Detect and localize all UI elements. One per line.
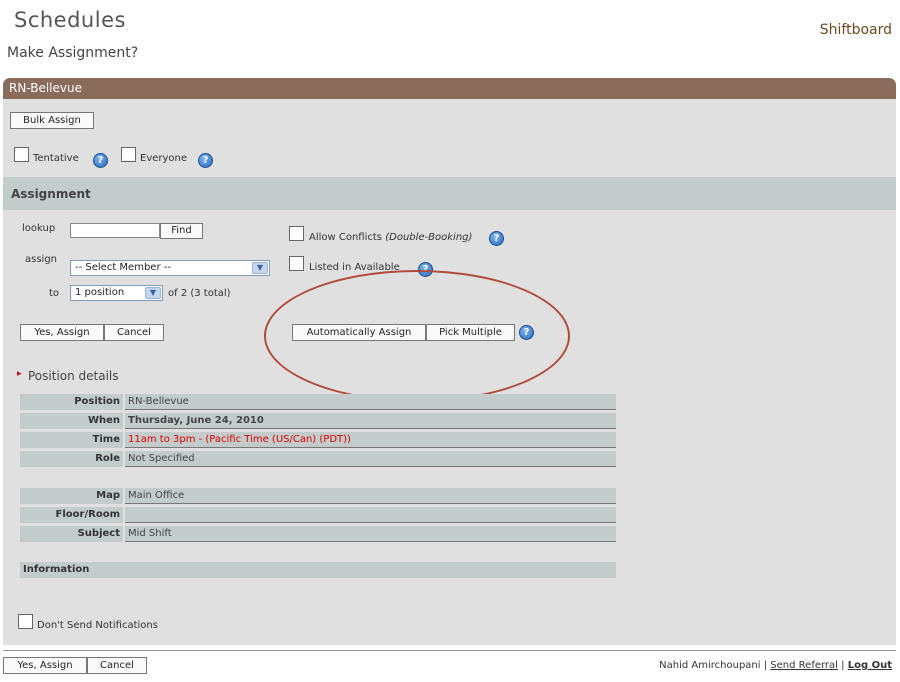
footer-divider <box>3 650 896 651</box>
expand-arrow-icon[interactable]: ▸ <box>17 369 22 379</box>
assignment-heading: Assignment <box>3 177 896 210</box>
dont-send-notifications-label: Don't Send Notifications <box>37 620 158 631</box>
detail-value: Not Specified <box>125 451 616 467</box>
detail-value <box>125 507 616 523</box>
everyone-help-icon[interactable]: ? <box>198 153 213 168</box>
find-button[interactable]: Find <box>160 223 203 239</box>
pick-multiple-help-icon[interactable]: ? <box>519 325 534 340</box>
allow-conflicts-checkbox[interactable] <box>289 226 304 241</box>
to-label: to <box>49 288 60 299</box>
detail-value: Main Office <box>125 488 616 504</box>
detail-key: When <box>20 413 123 429</box>
yes-assign-button[interactable]: Yes, Assign <box>20 324 104 341</box>
detail-row-floor-room: Floor/Room <box>20 507 616 524</box>
detail-key: Subject <box>20 526 123 542</box>
allow-conflicts-label: Allow Conflicts (Double-Booking) <box>309 232 473 243</box>
member-select-value: -- Select Member -- <box>75 262 171 273</box>
section-title-bar: RN-Bellevue <box>3 78 896 99</box>
lookup-input[interactable] <box>70 223 160 238</box>
member-select[interactable]: -- Select Member -- ▼ <box>70 260 270 276</box>
detail-key: Position <box>20 394 123 410</box>
tentative-label: Tentative <box>33 153 79 164</box>
position-details-heading[interactable]: Position details <box>28 369 119 383</box>
lookup-label: lookup <box>22 223 56 234</box>
assign-label: assign <box>25 254 58 265</box>
detail-row-subject: Subject Mid Shift <box>20 526 616 543</box>
detail-key: Time <box>20 432 123 448</box>
log-out-link[interactable]: Log Out <box>848 660 892 671</box>
automatically-assign-button[interactable]: Automatically Assign <box>292 324 426 341</box>
detail-row-position: Position RN-Bellevue <box>20 394 616 411</box>
shiftboard-link[interactable]: Shiftboard <box>820 22 892 38</box>
bulk-assign-button[interactable]: Bulk Assign <box>10 112 94 129</box>
information-heading: Information <box>20 562 616 578</box>
allow-conflicts-help-icon[interactable]: ? <box>489 231 504 246</box>
chevron-down-icon: ▼ <box>145 287 161 299</box>
detail-row-role: Role Not Specified <box>20 451 616 468</box>
detail-value: RN-Bellevue <box>125 394 616 410</box>
listed-in-available-checkbox[interactable] <box>289 256 304 271</box>
footer-cancel-button[interactable]: Cancel <box>87 657 147 674</box>
page-subtitle: Make Assignment? <box>7 45 139 61</box>
footer-separator: | <box>841 660 845 671</box>
detail-row-map: Map Main Office <box>20 488 616 505</box>
pick-multiple-button[interactable]: Pick Multiple <box>426 324 515 341</box>
allow-conflicts-note: (Double-Booking) <box>385 232 473 243</box>
send-referral-link[interactable]: Send Referral <box>770 660 838 671</box>
page-title: Schedules <box>14 8 126 32</box>
listed-in-available-label: Listed in Available <box>309 262 400 273</box>
detail-value: Thursday, June 24, 2010 <box>125 413 616 429</box>
cancel-button[interactable]: Cancel <box>104 324 164 341</box>
footer-yes-assign-button[interactable]: Yes, Assign <box>3 657 87 674</box>
detail-row-when: When Thursday, June 24, 2010 <box>20 413 616 430</box>
dont-send-notifications-checkbox[interactable] <box>18 614 33 629</box>
chevron-down-icon: ▼ <box>252 262 268 274</box>
detail-key: Role <box>20 451 123 467</box>
position-count-text: of 2 (3 total) <box>168 288 231 299</box>
everyone-label: Everyone <box>140 153 188 164</box>
detail-key: Floor/Room <box>20 507 123 523</box>
position-count-select[interactable]: 1 position ▼ <box>70 285 163 301</box>
tentative-help-icon[interactable]: ? <box>93 153 108 168</box>
footer-separator: | <box>763 660 768 671</box>
user-name: Nahid Amirchoupani <box>659 660 761 671</box>
footer-user-links: Nahid Amirchoupani | Send Referral | Log… <box>659 660 892 671</box>
tentative-checkbox[interactable] <box>14 147 29 162</box>
position-count-value: 1 position <box>75 287 125 298</box>
detail-key: Map <box>20 488 123 504</box>
listed-in-available-help-icon[interactable]: ? <box>418 262 433 277</box>
detail-value: 11am to 3pm - (Pacific Time (US/Can) (PD… <box>125 432 616 448</box>
detail-row-time: Time 11am to 3pm - (Pacific Time (US/Can… <box>20 432 616 449</box>
everyone-checkbox[interactable] <box>121 147 136 162</box>
detail-value: Mid Shift <box>125 526 616 542</box>
